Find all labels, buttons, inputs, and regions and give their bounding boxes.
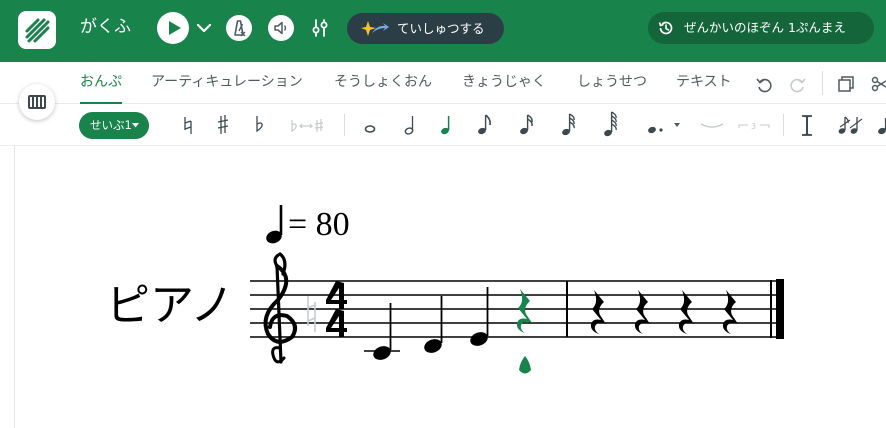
- stem-icon[interactable]: [798, 110, 816, 140]
- tab-notes[interactable]: おんぷ: [80, 73, 122, 91]
- dotted-note-icon[interactable]: [644, 110, 684, 140]
- cut-icon[interactable]: [870, 74, 886, 94]
- natural-icon[interactable]: [181, 110, 195, 140]
- submit-label: ていしゅつする: [397, 21, 485, 36]
- sixteenth-note-icon[interactable]: [518, 110, 536, 140]
- half-note-icon[interactable]: [402, 110, 418, 140]
- tempo-marking[interactable]: = 80: [262, 200, 372, 248]
- grace-note-icon[interactable]: [836, 110, 864, 140]
- quarter-rest[interactable]: [678, 290, 694, 334]
- svg-text:3: 3: [751, 122, 756, 131]
- tab-text[interactable]: テキスト: [676, 73, 732, 91]
- piano-icon: [28, 95, 46, 109]
- copy-icon[interactable]: [836, 74, 856, 94]
- submit-sparkle-icon: [361, 21, 389, 36]
- last-saved-label: ぜんかいのほぞん 1ぷんまえ: [684, 20, 846, 35]
- score-title[interactable]: がくふ: [80, 16, 131, 38]
- chevron-down-icon[interactable]: [195, 19, 213, 37]
- tab-dynamics[interactable]: きょうじゃく: [462, 73, 546, 91]
- more-icon[interactable]: [874, 110, 886, 140]
- tab-bar: おんぷ アーティキュレーション そうしょくおん きょうじゃく しょうせつ テキス…: [0, 62, 886, 104]
- toolbar-divider: [822, 71, 823, 95]
- quarter-note-icon[interactable]: [438, 110, 454, 140]
- tempo-quarter-note-icon: [266, 205, 283, 244]
- tuplet-icon[interactable]: 3: [736, 110, 772, 140]
- sharp-icon[interactable]: [215, 110, 231, 140]
- canvas-left-edge: [14, 146, 15, 428]
- app-header: がくふ ていしゅつする ぜんかいのほぞん 1ぷんまえ: [0, 0, 886, 62]
- tab-articulation[interactable]: アーティキュレーション: [151, 73, 303, 91]
- play-button[interactable]: [157, 12, 189, 44]
- redo-icon[interactable]: [788, 74, 808, 94]
- eighth-note-icon[interactable]: [476, 110, 494, 140]
- input-cursor-drop-icon: [519, 356, 531, 374]
- metronome-off-icon: [234, 20, 246, 37]
- flat-icon[interactable]: [252, 110, 266, 140]
- metronome-off-button[interactable]: [226, 15, 252, 41]
- whole-note-icon[interactable]: [362, 110, 378, 140]
- toolbar-divider: [344, 114, 345, 136]
- sound-button[interactable]: [268, 15, 294, 41]
- piano-keyboard-button[interactable]: [19, 84, 55, 120]
- tab-measures[interactable]: しょうせつ: [577, 73, 647, 91]
- sixty-fourth-note-icon[interactable]: [602, 110, 620, 140]
- voice-dropdown[interactable]: せいぶ1: [79, 112, 149, 139]
- staff[interactable]: [240, 250, 800, 380]
- quarter-rest[interactable]: [634, 290, 650, 334]
- play-icon: [169, 21, 181, 35]
- treble-clef[interactable]: [263, 252, 298, 364]
- quarter-rest[interactable]: [722, 290, 738, 334]
- tie-icon[interactable]: [698, 110, 726, 140]
- note-toolbar: せいぶ1 3: [0, 104, 886, 146]
- tempo-value: = 80: [288, 206, 350, 243]
- speaker-icon: [274, 21, 287, 35]
- caret-down-icon: [132, 123, 139, 128]
- undo-icon[interactable]: [754, 74, 774, 94]
- note-d4[interactable]: [422, 296, 443, 355]
- quarter-rest[interactable]: [590, 290, 606, 334]
- toolbar-divider: [783, 114, 784, 136]
- tuner-icon[interactable]: [309, 16, 331, 40]
- version-history-button[interactable]: ぜんかいのほぞん 1ぷんまえ: [648, 12, 874, 44]
- history-icon: [658, 21, 673, 35]
- voice-label: せいぶ1: [90, 118, 132, 132]
- thirty-second-note-icon[interactable]: [560, 110, 578, 140]
- note-c4[interactable]: [364, 303, 400, 362]
- instrument-name[interactable]: ピアノ: [106, 280, 234, 332]
- app-logo-icon[interactable]: [18, 11, 56, 49]
- selected-quarter-rest[interactable]: [516, 289, 532, 374]
- ghost-natural-icon: [307, 296, 316, 332]
- note-e4[interactable]: [468, 287, 489, 348]
- tab-ornaments[interactable]: そうしょくおん: [334, 73, 432, 91]
- enharmonic-icon[interactable]: [288, 110, 328, 140]
- submit-button[interactable]: ていしゅつする: [347, 13, 504, 44]
